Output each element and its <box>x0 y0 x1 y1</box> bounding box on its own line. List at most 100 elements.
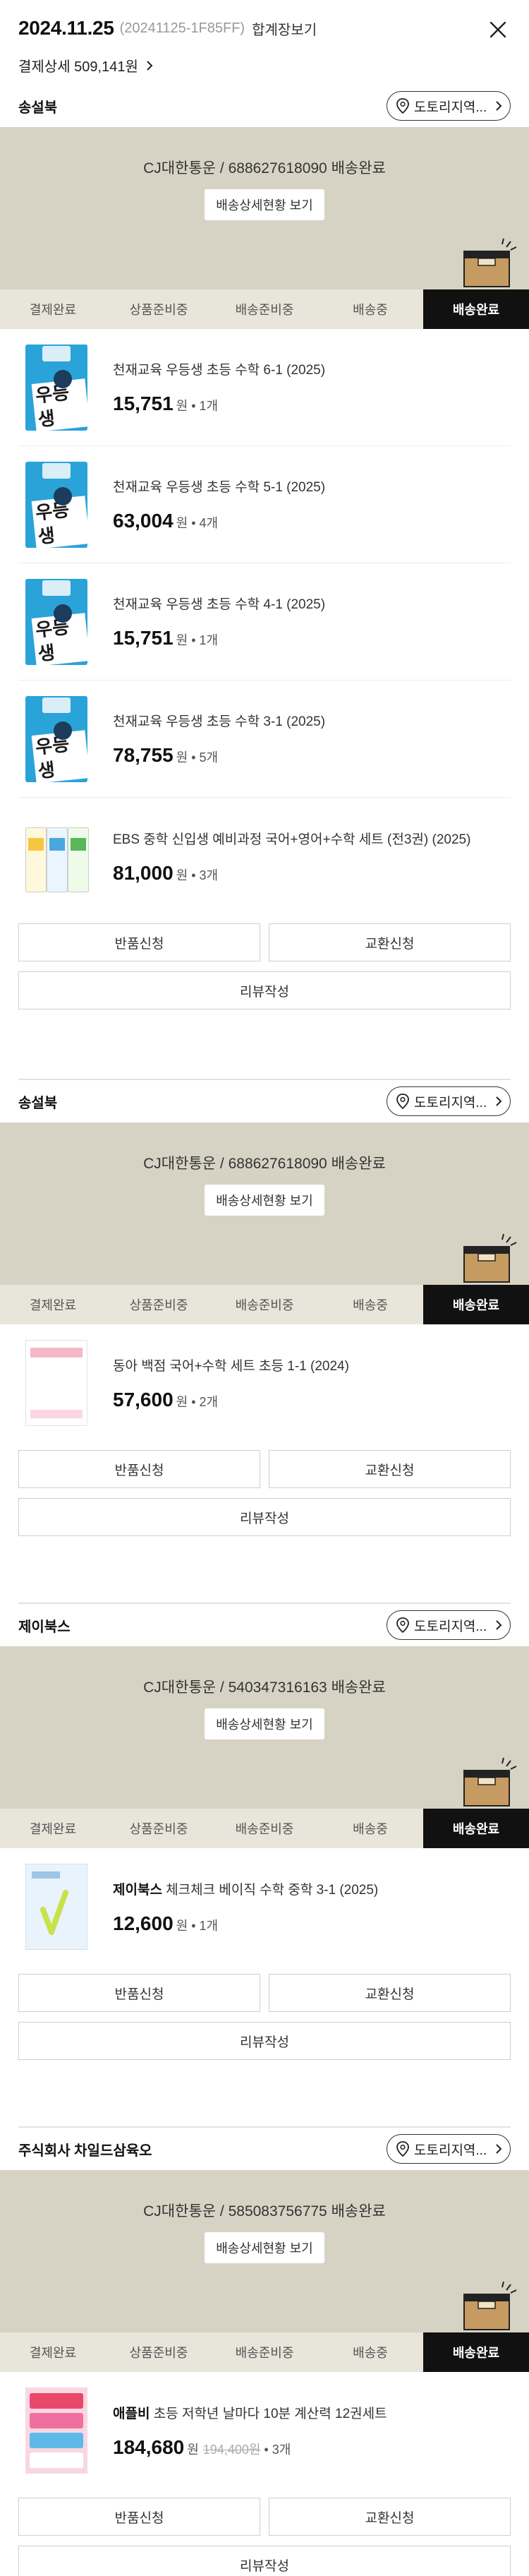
delivery-step: 배송완료 <box>423 2332 529 2372</box>
shipment-section: 송설북 도토리지역... CJ대한통운 / 688627618090 배송완료 배송상… <box>0 1080 529 1604</box>
section-header: 주식회사 차일드삼육오 도토리지역... <box>0 2128 529 2170</box>
price-line: 12,600 원 • 1개 <box>113 1912 378 1935</box>
product-name[interactable]: 동아 백점 국어+수학 세트 초등 1-1 (2024) <box>113 1355 349 1374</box>
price-line: 184,680 원 194,400원 • 3개 <box>113 2436 387 2459</box>
delivery-detail-button[interactable]: 배송상세현황 보기 <box>205 1708 324 1739</box>
return-request-button[interactable]: 반품신청 <box>18 1974 260 2012</box>
seller-name: 주식회사 차일드삼육오 <box>18 2143 152 2159</box>
write-review-button[interactable]: 리뷰작성 <box>18 1498 511 1536</box>
exchange-request-button[interactable]: 교환신청 <box>269 2498 511 2536</box>
order-number: (20241125-1F85FF) <box>119 20 245 36</box>
order-item[interactable]: 우등생 3 천재교육 우등생 초등 수학 3-1 (2025) 78,755 원 • 5개 <box>18 681 511 798</box>
product-thumbnail[interactable] <box>25 1340 87 1426</box>
exchange-request-button[interactable]: 교환신청 <box>269 1974 511 2012</box>
payment-detail-link[interactable]: 결제상세 509,141원 <box>18 55 511 76</box>
location-button[interactable]: 도토리지역... <box>387 1086 511 1116</box>
delivery-detail-button[interactable]: 배송상세현황 보기 <box>205 189 324 220</box>
item-quantity: 5개 <box>199 750 219 765</box>
item-info: 애플비 초등 저학년 날마다 10분 계산력 12권세트 184,680 원 194,… <box>113 2403 387 2459</box>
item-price: 184,680 <box>113 2436 185 2458</box>
price-line: 81,000 원 • 3개 <box>113 862 470 885</box>
order-item[interactable]: 애플비 초등 저학년 날마다 10분 계산력 12권세트 184,680 원 194,… <box>18 2372 511 2489</box>
location-button[interactable]: 도토리지역... <box>387 1610 511 1640</box>
section-actions: 반품신청 교환신청리뷰작성 <box>0 1450 529 1536</box>
payment-detail-label: 결제상세 509,141원 <box>18 59 138 75</box>
section-actions: 반품신청 교환신청리뷰작성 <box>0 1974 529 2060</box>
item-info: 천재교육 우등생 초등 수학 4-1 (2025) 15,751 원 • 1개 <box>113 594 325 649</box>
brand-name: 제이북스 <box>113 1882 162 1898</box>
book-mascot <box>54 486 72 505</box>
location-pin-icon <box>396 1617 409 1633</box>
delivery-step: 결제완료 <box>29 1822 77 1836</box>
close-button[interactable] <box>485 17 511 42</box>
return-request-button[interactable]: 반품신청 <box>18 2498 260 2536</box>
exchange-request-button[interactable]: 교환신청 <box>269 923 511 961</box>
product-name[interactable]: 천재교육 우등생 초등 수학 5-1 (2025) <box>113 477 325 496</box>
book-grade: 6 <box>75 409 82 421</box>
location-pin-icon <box>396 98 409 114</box>
product-title: 천재교육 우등생 초등 수학 5-1 (2025) <box>113 480 326 495</box>
book-cover <box>68 827 89 892</box>
item-price: 63,004 <box>113 510 174 532</box>
product-name[interactable]: 천재교육 우등생 초등 수학 4-1 (2025) <box>113 594 325 613</box>
order-item[interactable]: EBS 중학 신입생 예비과정 국어+영어+수학 세트 (전3권) (2025)… <box>18 798 511 915</box>
section-actions: 반품신청 교환신청리뷰작성 <box>0 2498 529 2576</box>
product-thumbnail[interactable]: 우등생 3 <box>25 695 87 782</box>
return-request-button[interactable]: 반품신청 <box>18 1450 260 1488</box>
order-item[interactable]: 동아 백점 국어+수학 세트 초등 1-1 (2024) 57,600 원 • 2개 <box>18 1324 511 1442</box>
return-request-button[interactable]: 반품신청 <box>18 923 260 961</box>
book-grade: 5 <box>75 526 82 539</box>
order-item[interactable]: 우등생 4 천재교육 우등생 초등 수학 4-1 (2025) 15,751 원 • 1개 <box>18 563 511 681</box>
product-name[interactable]: EBS 중학 신입생 예비과정 국어+영어+수학 세트 (전3권) (2025) <box>113 829 470 848</box>
book-title-band <box>32 1871 60 1879</box>
delivery-detail-button[interactable]: 배송상세현황 보기 <box>205 2232 324 2263</box>
price-line: 15,751 원 • 1개 <box>113 627 325 649</box>
delivery-steps: 결제완료 상품준비중 배송준비중 배송중 배송완료 <box>0 289 529 329</box>
product-thumbnail[interactable] <box>25 1864 87 1950</box>
product-title: 천재교육 우등생 초등 수학 6-1 (2025) <box>113 363 326 378</box>
return-exchange-row: 반품신청 교환신청 <box>18 2498 511 2536</box>
product-thumbnail[interactable]: 우등생 4 <box>25 578 87 665</box>
currency-unit: 원 <box>176 399 188 413</box>
delivery-status-banner: CJ대한통운 / 688627618090 배송완료 배송상세현황 보기 <box>0 127 529 289</box>
product-name[interactable]: 천재교육 우등생 초등 수학 6-1 (2025) <box>113 359 325 378</box>
item-quantity: 3개 <box>272 2442 291 2457</box>
book-mascot <box>54 604 72 623</box>
book-tag <box>42 580 71 596</box>
product-thumbnail[interactable]: 우등생 6 <box>25 344 87 431</box>
delivery-step: 상품준비중 <box>129 1822 188 1836</box>
delivery-step: 배송중 <box>353 303 388 317</box>
chevron-right-icon <box>496 1620 502 1630</box>
exchange-request-button[interactable]: 교환신청 <box>269 1450 511 1488</box>
item-quantity: 1개 <box>199 1918 219 1933</box>
order-item[interactable]: 제이북스 체크체크 베이직 수학 중학 3-1 (2025) 12,600 원 • 1개 <box>18 1848 511 1965</box>
item-info: 천재교육 우등생 초등 수학 6-1 (2025) 15,751 원 • 1개 <box>113 359 325 415</box>
book-cover <box>47 827 68 892</box>
carrier-tracking: CJ대한통운 / 585083756775 배송완료 <box>143 2203 386 2219</box>
combined-view-link[interactable]: 합계장보기 <box>252 18 317 39</box>
return-exchange-row: 반품신청 교환신청 <box>18 1450 511 1488</box>
location-button[interactable]: 도토리지역... <box>387 2134 511 2164</box>
product-thumbnail[interactable]: 우등생 5 <box>25 461 87 548</box>
product-thumbnail[interactable] <box>25 2388 87 2474</box>
order-item[interactable]: 우등생 6 천재교육 우등생 초등 수학 6-1 (2025) 15,751 원 • 1개 <box>18 329 511 446</box>
book-row <box>30 2393 83 2409</box>
currency-unit: 원 <box>176 1918 188 1933</box>
delivery-step: 배송완료 <box>423 289 529 329</box>
product-name[interactable]: 애플비 초등 저학년 날마다 10분 계산력 12권세트 <box>113 2403 387 2422</box>
shipment-list: 송설북 도토리지역... CJ대한통운 / 688627618090 배송완료 배송상… <box>0 85 529 2576</box>
product-name[interactable]: 천재교육 우등생 초등 수학 3-1 (2025) <box>113 711 325 730</box>
product-title: 천재교육 우등생 초등 수학 4-1 (2025) <box>113 597 326 612</box>
write-review-button[interactable]: 리뷰작성 <box>18 971 511 1010</box>
product-name[interactable]: 제이북스 체크체크 베이직 수학 중학 3-1 (2025) <box>113 1879 378 1898</box>
write-review-button[interactable]: 리뷰작성 <box>18 2546 511 2576</box>
book-row <box>30 2433 83 2448</box>
product-title: 동아 백점 국어+수학 세트 초등 1-1 (2024) <box>113 1358 349 1374</box>
order-item[interactable]: 우등생 5 천재교육 우등생 초등 수학 5-1 (2025) 63,004 원 • 4개 <box>18 446 511 563</box>
shipment-section: 송설북 도토리지역... CJ대한통운 / 688627618090 배송완료 배송상… <box>0 85 529 1080</box>
product-thumbnail[interactable] <box>25 813 89 899</box>
separator-dot: • <box>191 516 196 530</box>
delivery-detail-button[interactable]: 배송상세현황 보기 <box>205 1185 324 1216</box>
write-review-button[interactable]: 리뷰작성 <box>18 2022 511 2060</box>
location-button[interactable]: 도토리지역... <box>387 91 511 121</box>
